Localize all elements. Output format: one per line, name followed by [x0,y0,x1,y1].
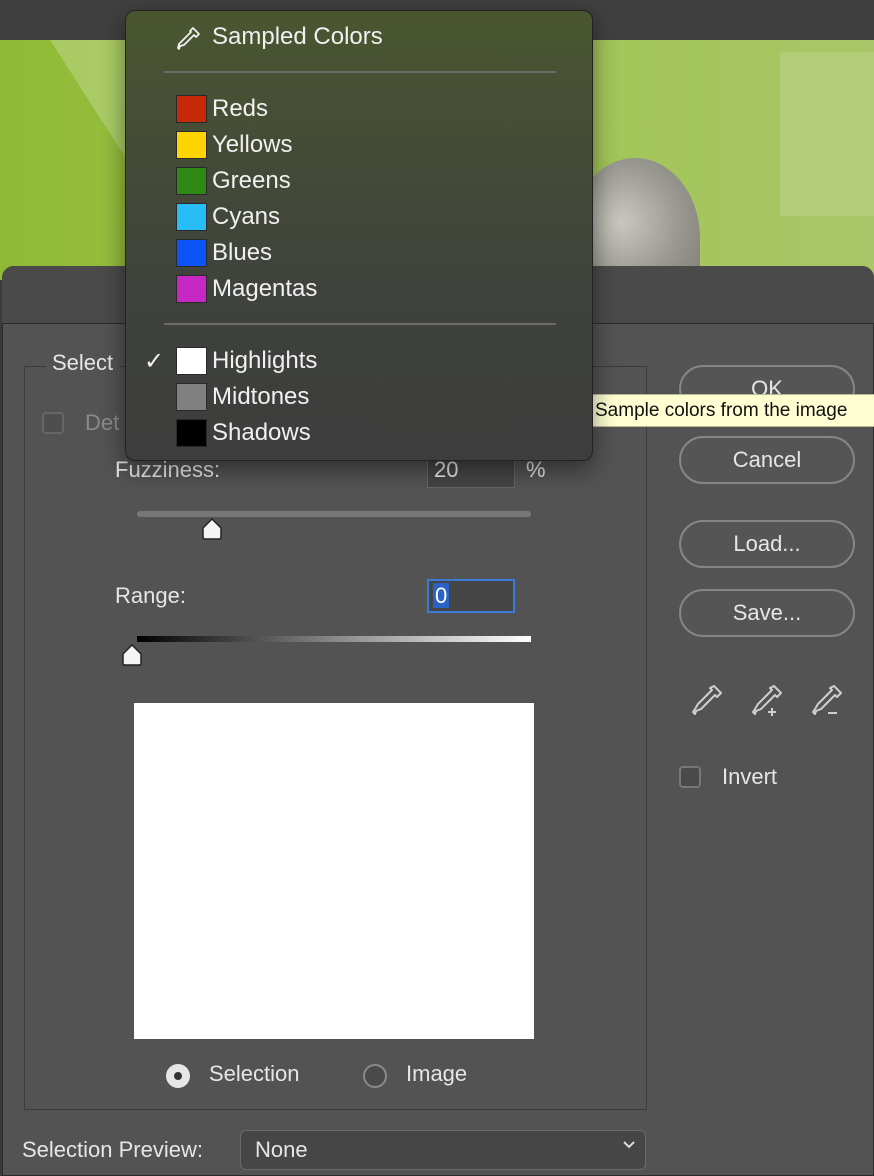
menu-item-blues[interactable]: Blues [126,235,592,271]
menu-item-midtones[interactable]: Midtones [126,379,592,415]
detect-faces-checkbox[interactable] [42,412,64,434]
image-radio-label[interactable]: Image [406,1061,467,1087]
eyedropper-add-icon[interactable] [750,683,784,719]
menu-item-label: Magentas [212,275,318,302]
color-swatch [176,203,207,231]
load-button[interactable]: Load... [679,520,855,568]
range-label: Range: [115,583,186,608]
menu-item-reds[interactable]: Reds [126,91,592,127]
menu-item-sampled-colors[interactable]: Sampled Colors [126,19,592,55]
cancel-button[interactable]: Cancel [679,436,855,484]
menu-separator [164,71,556,73]
range-slider-thumb[interactable] [120,643,144,667]
selection-radio[interactable] [166,1064,190,1088]
menu-item-label: Cyans [212,203,281,230]
color-swatch [176,383,207,411]
menu-item-label: Greens [212,167,291,194]
color-swatch [176,131,207,159]
checkmark-icon: ✓ [144,348,165,375]
menu-item-label: Yellows [212,131,293,158]
selection-preview-label: Selection Preview: [22,1137,203,1162]
detect-faces-label: Det [85,410,120,435]
menu-item-label: Shadows [212,419,311,446]
color-swatch [176,95,207,123]
color-swatch [176,239,207,267]
menu-item-label: Highlights [212,347,318,374]
menu-item-label: Midtones [212,383,310,410]
selection-radio-label[interactable]: Selection [209,1061,300,1087]
select-dropdown-menu: Sampled Colors Reds Yellows Greens Cyans… [125,10,593,461]
menu-item-yellows[interactable]: Yellows [126,127,592,163]
select-label: Select [46,350,120,376]
menu-item-highlights[interactable]: ✓ Highlights [126,343,592,379]
eyedropper-icon [177,27,200,50]
menu-item-magentas[interactable]: Magentas [126,271,592,307]
invert-checkbox[interactable] [679,766,701,788]
color-swatch [176,275,207,303]
fuzziness-slider-thumb[interactable] [200,517,224,541]
tooltip: Sample colors from the image [592,394,874,427]
menu-separator [164,323,556,325]
color-swatch [176,347,207,375]
menu-item-greens[interactable]: Greens [126,163,592,199]
fuzziness-slider-track[interactable] [137,511,531,517]
color-swatch [176,167,207,195]
menu-item-label: Blues [212,239,273,266]
menu-item-cyans[interactable]: Cyans [126,199,592,235]
range-input-value: 0 [433,583,450,608]
photo-light-panel [780,52,874,216]
image-radio[interactable] [363,1064,387,1088]
selection-preview-select[interactable]: None [240,1130,646,1170]
menu-item-shadows[interactable]: Shadows [126,415,592,451]
menu-item-label: Reds [212,95,269,122]
selection-preview-image [134,703,534,1039]
invert-label[interactable]: Invert [722,764,777,790]
save-button[interactable]: Save... [679,589,855,637]
eyedropper-icon[interactable] [690,683,724,719]
range-input[interactable]: 0 [427,579,515,613]
menu-item-label: Sampled Colors [212,23,383,50]
color-swatch [176,419,207,447]
chevron-down-icon [623,1141,635,1149]
range-slider-track[interactable] [137,636,531,642]
eyedropper-subtract-icon[interactable] [810,683,844,719]
